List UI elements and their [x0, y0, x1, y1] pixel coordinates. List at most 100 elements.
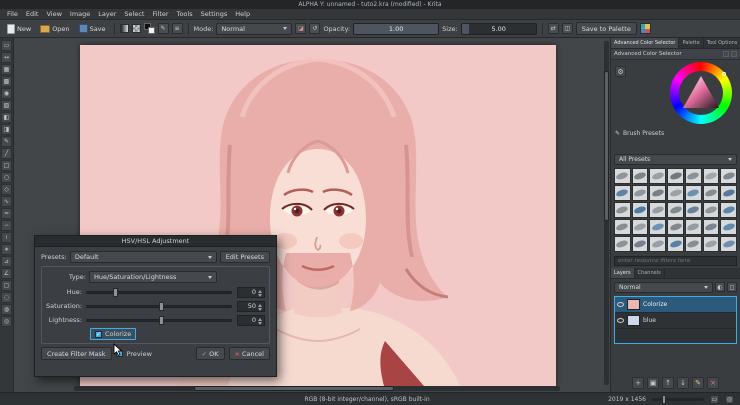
save-to-palette-button[interactable]: Save to Palette: [575, 22, 637, 35]
brush-preset[interactable]: [702, 202, 720, 218]
saturation-slider[interactable]: [86, 301, 232, 311]
polyline-tool[interactable]: ∿: [1, 196, 12, 207]
create-filter-mask-button[interactable]: Create Filter Mask: [41, 347, 112, 360]
fill-tool[interactable]: ◧: [1, 112, 12, 123]
rectangular-selection-tool[interactable]: ▢: [1, 280, 12, 291]
pattern-chooser-icon[interactable]: [131, 24, 141, 33]
duplicate-layer-button[interactable]: ▣: [647, 377, 659, 389]
color-wheel[interactable]: [670, 62, 732, 124]
brush-preset[interactable]: [614, 202, 631, 218]
brush-preset[interactable]: [720, 202, 737, 218]
layer-blend-mode-dropdown[interactable]: Normal: [614, 281, 713, 293]
brush-preset[interactable]: [684, 236, 702, 252]
canvas-horizontal-scrollbar[interactable]: [74, 386, 560, 391]
brush-preset[interactable]: [631, 236, 649, 252]
tab-channels[interactable]: Channels: [635, 268, 665, 278]
menu-view[interactable]: View: [42, 9, 65, 19]
layer-opacity-icon[interactable]: ◐: [715, 282, 725, 292]
type-dropdown[interactable]: Hue/Saturation/Lightness: [89, 271, 217, 283]
brush-preset[interactable]: [720, 185, 737, 201]
menu-layer[interactable]: Layer: [94, 9, 120, 19]
reload-preset-icon[interactable]: ↺: [309, 23, 321, 34]
size-slider[interactable]: 5.00: [460, 22, 537, 35]
dock-float-icon[interactable]: [723, 51, 729, 57]
add-layer-button[interactable]: +: [632, 377, 644, 389]
foreground-background-colors-icon[interactable]: [143, 23, 155, 34]
menu-file[interactable]: File: [3, 9, 22, 19]
freehand-brush-tool[interactable]: ✎: [1, 136, 12, 147]
brush-preset[interactable]: [631, 185, 649, 201]
brush-preset[interactable]: [684, 168, 702, 184]
menu-help[interactable]: Help: [231, 9, 254, 19]
delete-layer-button[interactable]: ×: [707, 377, 719, 389]
menu-tools[interactable]: Tools: [173, 9, 197, 19]
opacity-slider[interactable]: 1.00: [353, 22, 440, 35]
dialog-titlebar[interactable]: HSV/HSL Adjustment: [35, 236, 276, 247]
brush-preset[interactable]: [649, 202, 667, 218]
dock-close-icon[interactable]: [731, 51, 737, 57]
brush-preset[interactable]: [614, 236, 631, 252]
brush-preset[interactable]: [631, 219, 649, 235]
hue-spinbox[interactable]: 0: [237, 286, 265, 298]
layer-row[interactable]: blue: [615, 313, 736, 329]
color-sampler-tool[interactable]: ◉: [1, 88, 12, 99]
brush-preset[interactable]: [649, 168, 667, 184]
open-button[interactable]: Open: [37, 24, 72, 34]
ellipse-tool[interactable]: ○: [1, 172, 12, 183]
assistants-tool[interactable]: ⊿: [1, 256, 12, 267]
menu-select[interactable]: Select: [120, 9, 148, 19]
dynamic-brush-tool[interactable]: ≀: [1, 232, 12, 243]
tab-layers[interactable]: Layers: [611, 268, 635, 278]
brush-preset[interactable]: [684, 219, 702, 235]
spin-arrows-icon[interactable]: [258, 289, 263, 298]
brush-preset[interactable]: [649, 236, 667, 252]
line-tool[interactable]: ╱: [1, 148, 12, 159]
enclose-fill-tool[interactable]: ◨: [1, 124, 12, 135]
brush-preset[interactable]: [702, 219, 720, 235]
visibility-eye-icon[interactable]: [617, 318, 624, 323]
multibrush-tool[interactable]: ∗: [1, 244, 12, 255]
saturation-slider-handle[interactable]: [159, 301, 164, 311]
edit-brush-settings-icon[interactable]: ≡: [171, 23, 183, 34]
elliptical-selection-tool[interactable]: ◌: [1, 292, 12, 303]
tab-palette[interactable]: Palette: [679, 38, 704, 48]
contiguous-selection-tool[interactable]: ◍: [1, 304, 12, 315]
eraser-mode-icon[interactable]: ◪: [295, 23, 307, 34]
all-presets-dropdown[interactable]: All Presets: [614, 154, 737, 165]
zoom-reset-icon[interactable]: ◎: [725, 394, 734, 404]
brush-preset[interactable]: [720, 168, 737, 184]
lightness-slider-handle[interactable]: [159, 315, 164, 325]
save-button[interactable]: Save: [76, 23, 109, 34]
zoom-slider[interactable]: [652, 394, 704, 404]
ok-button[interactable]: ✓ OK: [195, 347, 225, 360]
brush-preset[interactable]: [667, 168, 684, 184]
edit-presets-button[interactable]: Edit Presets: [219, 251, 270, 263]
lightness-spinbox[interactable]: 0: [237, 314, 265, 326]
spin-arrows-icon[interactable]: [258, 317, 263, 326]
colorize-checkbox-row[interactable]: ✓ Colorize: [90, 328, 137, 340]
menu-filter[interactable]: Filter: [148, 9, 172, 19]
spin-arrows-icon[interactable]: [258, 303, 263, 312]
menu-image[interactable]: Image: [66, 9, 94, 19]
cancel-button[interactable]: × Cancel: [228, 347, 270, 360]
transform-tool[interactable]: ▭: [1, 40, 12, 51]
layer-properties-button[interactable]: ✎: [692, 377, 704, 389]
brush-preset-chooser-icon[interactable]: ✎: [157, 23, 169, 34]
brush-preset[interactable]: [649, 185, 667, 201]
brush-preset[interactable]: [649, 219, 667, 235]
brush-preset[interactable]: [667, 202, 684, 218]
move-tool[interactable]: ↔: [1, 52, 12, 63]
gradient-tool[interactable]: ▩: [1, 76, 12, 87]
hue-slider-handle[interactable]: [112, 287, 118, 297]
hue-slider[interactable]: [86, 287, 232, 297]
brush-preset[interactable]: [614, 168, 631, 184]
zoom-fit-icon[interactable]: ▭: [710, 394, 719, 404]
canvas-vertical-scrollbar[interactable]: [604, 41, 609, 385]
zoom-slider-handle[interactable]: [662, 394, 666, 404]
menu-settings[interactable]: Settings: [197, 9, 232, 19]
brush-preset[interactable]: [667, 236, 684, 252]
layer-row[interactable]: Colorize: [615, 297, 736, 313]
brush-preset[interactable]: [702, 168, 720, 184]
tab-tool-options[interactable]: Tool Options: [704, 38, 740, 48]
blending-mode-dropdown[interactable]: Normal: [216, 22, 293, 35]
